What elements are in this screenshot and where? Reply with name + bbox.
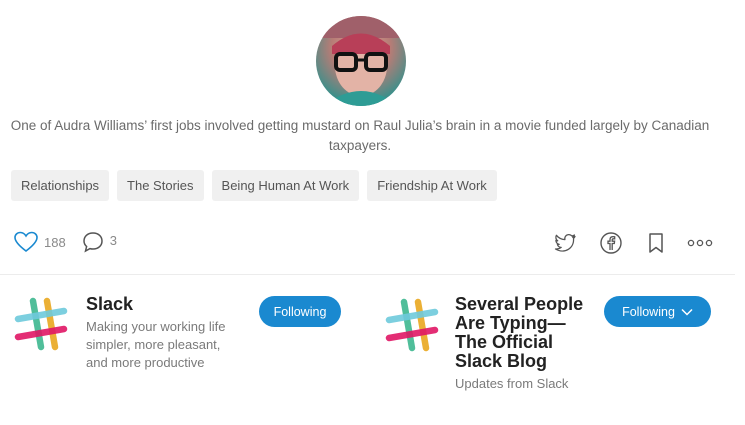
publication-description: Making your working life simpler, more p…	[86, 319, 226, 370]
heart-icon[interactable]	[13, 230, 39, 254]
chevron-down-icon	[681, 305, 693, 319]
engagement-bar: 188 3	[13, 230, 117, 254]
publication-name[interactable]: Several People Are Typing— The Official …	[455, 295, 595, 371]
following-button-label: Following	[273, 304, 327, 319]
author-bio: One of Audra Williams’ first jobs involv…	[10, 118, 710, 153]
tag-the-stories[interactable]: The Stories	[117, 170, 204, 201]
more-options-icon[interactable]	[687, 230, 713, 256]
tag-friendship-at-work[interactable]: Friendship At Work	[367, 170, 497, 201]
bookmark-icon[interactable]	[643, 230, 669, 256]
tag-relationships[interactable]: Relationships	[11, 170, 110, 201]
author-avatar[interactable]	[316, 16, 406, 106]
clap-count[interactable]: 188	[44, 235, 66, 250]
twitter-icon[interactable]	[552, 230, 578, 256]
publication-name[interactable]: Slack	[86, 295, 246, 314]
share-bar	[552, 230, 713, 256]
slack-logo-icon[interactable]	[13, 296, 69, 352]
tag-list: Relationships The Stories Being Human At…	[11, 170, 497, 201]
slack-logo-icon[interactable]	[384, 297, 440, 353]
section-divider	[0, 274, 735, 275]
response-count[interactable]: 3	[110, 233, 117, 248]
following-button-label: Following	[622, 304, 675, 319]
comment-icon[interactable]	[81, 230, 105, 254]
publication-description: Updates from Slack	[455, 376, 569, 391]
tag-being-human-at-work[interactable]: Being Human At Work	[211, 170, 360, 201]
following-button[interactable]: Following	[259, 296, 341, 327]
following-dropdown-button[interactable]: Following	[604, 296, 711, 327]
facebook-icon[interactable]	[598, 230, 624, 256]
